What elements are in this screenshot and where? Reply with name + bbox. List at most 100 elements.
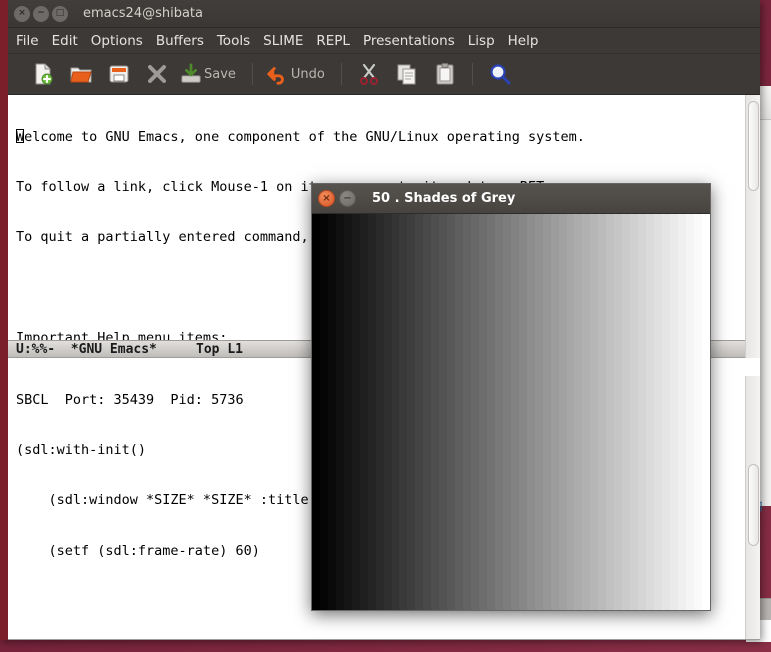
close-buffer-button[interactable] (140, 58, 174, 90)
cut-button[interactable] (352, 58, 386, 90)
emacs-titlebar[interactable]: × − □ emacs24@shibata (8, 0, 760, 28)
grey-band (471, 214, 480, 610)
grey-band (598, 214, 607, 610)
grey-band (661, 214, 670, 610)
sdl-titlebar[interactable]: × − 50 . Shades of Grey (312, 184, 710, 214)
grey-band (343, 214, 352, 610)
save-icon (181, 63, 201, 83)
minimize-icon: − (37, 8, 45, 18)
undo-icon (267, 67, 284, 85)
save-as-button[interactable] (102, 58, 136, 90)
undo-button[interactable]: Undo (263, 58, 331, 90)
grey-band (614, 214, 623, 610)
grey-band (439, 214, 448, 610)
top-pane-scroll-thumb[interactable] (748, 101, 759, 191)
sdl-shades-of-grey-window[interactable]: × − 50 . Shades of Grey (311, 183, 711, 611)
close-icon: × (322, 193, 331, 204)
menu-item-file[interactable]: File (16, 33, 39, 49)
new-file-button[interactable] (26, 58, 60, 90)
sdl-canvas (312, 214, 710, 610)
menu-item-help[interactable]: Help (508, 33, 539, 49)
cut-icon (359, 63, 378, 85)
grey-band (407, 214, 416, 610)
maximize-icon: □ (55, 8, 65, 18)
grey-band (479, 214, 487, 610)
paste-icon (436, 63, 454, 85)
save-as-icon (109, 65, 129, 83)
grey-band (494, 214, 503, 610)
grey-band (566, 214, 575, 610)
open-file-button[interactable] (64, 58, 98, 90)
emacs-minimize-button[interactable]: − (33, 5, 49, 22)
grey-band (653, 214, 662, 610)
emacs-close-button[interactable]: × (14, 5, 30, 22)
top-pane-scrollbar[interactable] (745, 95, 760, 358)
grey-band (606, 214, 615, 610)
grey-band (701, 214, 710, 610)
buffer-line-text: Welcome to GNU Emacs, one component of t… (16, 128, 585, 145)
menu-item-slime[interactable]: SLIME (263, 33, 303, 49)
grey-band (542, 214, 551, 610)
menu-item-lisp[interactable]: Lisp (468, 33, 495, 49)
copy-button[interactable] (390, 58, 424, 90)
bottom-pane-scrollbar[interactable] (745, 376, 760, 639)
search-button[interactable] (483, 58, 517, 90)
grey-band (399, 214, 408, 610)
close-icon: × (18, 8, 26, 18)
toolbar-separator-3 (471, 63, 473, 85)
grey-band (431, 214, 440, 610)
menu-item-options[interactable]: Options (91, 33, 143, 49)
grey-band (327, 214, 336, 610)
grey-band (622, 214, 631, 610)
save-button-label: Save (204, 66, 236, 82)
grey-band (367, 214, 376, 610)
menu-item-buffers[interactable]: Buffers (156, 33, 204, 49)
grey-band (638, 214, 647, 610)
grey-band (558, 214, 567, 610)
grey-band (351, 214, 360, 610)
sdl-minimize-button[interactable]: − (339, 190, 356, 207)
text-cursor (16, 128, 24, 143)
sdl-close-button[interactable]: × (318, 190, 335, 207)
bottom-pane-scroll-thumb[interactable] (748, 464, 759, 546)
search-icon (490, 64, 511, 85)
open-folder-icon (70, 67, 92, 83)
paste-button[interactable] (428, 58, 462, 90)
grey-band (693, 214, 702, 610)
sdl-window-title: 50 . Shades of Grey (372, 191, 516, 206)
grey-band (447, 214, 456, 610)
grey-band (415, 214, 424, 610)
copy-icon (397, 64, 416, 85)
menu-item-presentations[interactable]: Presentations (363, 33, 455, 49)
grey-band (590, 214, 599, 610)
toolbar-separator-2 (340, 63, 342, 85)
menu-item-repl[interactable]: REPL (316, 33, 350, 49)
emacs-menubar[interactable]: File Edit Options Buffers Tools SLIME RE… (8, 28, 760, 54)
grey-band (455, 214, 464, 610)
grey-band (646, 214, 654, 610)
grey-band (534, 214, 543, 610)
toolbar-separator-1 (251, 63, 253, 85)
grey-band (550, 214, 559, 610)
close-icon (148, 65, 166, 83)
grey-band (669, 214, 678, 610)
modeline-slime-repl[interactable]: U:**- *slime-repl sbcl* Bot L33 (REPL Au… (8, 639, 760, 640)
grey-band (630, 214, 639, 610)
menu-item-tools[interactable]: Tools (217, 33, 250, 49)
undo-button-label: Undo (290, 66, 325, 82)
menu-item-edit[interactable]: Edit (52, 33, 78, 49)
emacs-maximize-button[interactable]: □ (52, 5, 68, 22)
grey-band (486, 214, 495, 610)
grey-band (582, 214, 591, 610)
grey-band (677, 214, 686, 610)
grey-band (574, 214, 583, 610)
grey-band (359, 214, 368, 610)
new-file-icon (35, 63, 53, 85)
grey-band (423, 214, 432, 610)
save-button[interactable]: Save (178, 58, 242, 90)
grey-band (391, 214, 400, 610)
emacs-toolbar[interactable]: Save Undo (8, 54, 760, 95)
grey-band (502, 214, 511, 610)
grey-band (526, 214, 535, 610)
minimize-icon: − (343, 193, 352, 204)
